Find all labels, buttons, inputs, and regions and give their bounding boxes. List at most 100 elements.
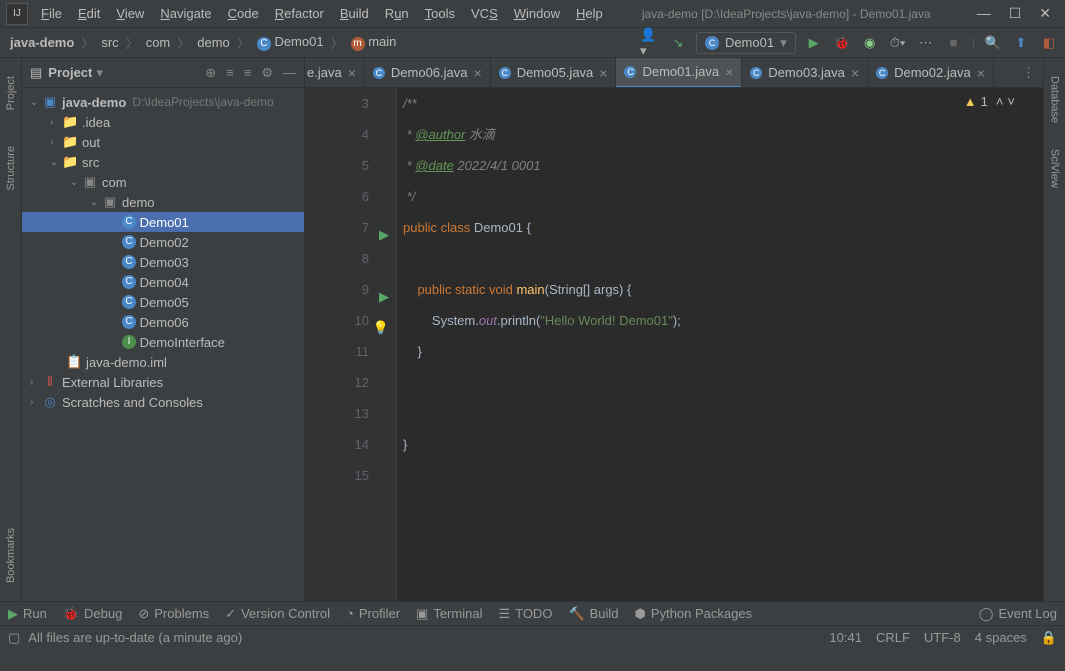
menu-refactor[interactable]: Refactor: [268, 3, 331, 24]
sidebar-tab-database[interactable]: Database: [1047, 68, 1063, 131]
update-icon[interactable]: ◧: [1039, 33, 1059, 53]
menu-navigate[interactable]: Navigate: [153, 3, 218, 24]
tree-file-demo04[interactable]: C Demo04: [22, 272, 304, 292]
editor-tab-active[interactable]: C Demo01.java ×: [616, 58, 742, 88]
menu-file[interactable]: File: [34, 3, 69, 24]
chevron-right-icon[interactable]: ›: [30, 377, 42, 388]
sidebar-tab-structure[interactable]: Structure: [3, 138, 19, 199]
tool-profiler[interactable]: ◔Profiler: [346, 606, 400, 621]
run-gutter-icon[interactable]: ▶: [379, 281, 389, 312]
close-icon[interactable]: ×: [977, 65, 985, 81]
add-user-icon[interactable]: 👤▾: [640, 33, 660, 53]
sync-icon[interactable]: ⬆: [1011, 33, 1031, 53]
menu-code[interactable]: Code: [221, 3, 266, 24]
tree-file-demo03[interactable]: C Demo03: [22, 252, 304, 272]
tool-eventlog[interactable]: ◯Event Log: [979, 606, 1057, 622]
menu-run[interactable]: Run: [378, 3, 416, 24]
menu-help[interactable]: Help: [569, 3, 610, 24]
tool-build[interactable]: 🔨Build: [568, 606, 618, 622]
status-indent[interactable]: 4 spaces: [975, 630, 1027, 646]
tool-python[interactable]: ⬢Python Packages: [635, 606, 753, 622]
breadcrumb-item[interactable]: src: [97, 33, 122, 52]
tool-todo[interactable]: ☰TODO: [498, 606, 552, 622]
line-number[interactable]: 8: [305, 243, 369, 274]
settings-icon[interactable]: ⚙: [261, 65, 273, 81]
line-number[interactable]: 14: [305, 429, 369, 460]
close-icon[interactable]: ×: [851, 65, 859, 81]
tool-debug[interactable]: 🐞Debug: [63, 606, 123, 622]
line-number[interactable]: 13: [305, 398, 369, 429]
close-icon[interactable]: ×: [599, 65, 607, 81]
tree-folder-src[interactable]: ⌄ 📁 src: [22, 152, 304, 172]
status-separator[interactable]: CRLF: [876, 630, 910, 646]
inspection-badge[interactable]: ▲ 1 ˄ ˅: [964, 94, 1015, 109]
close-icon[interactable]: ×: [725, 64, 733, 80]
lock-icon[interactable]: 🔒: [1041, 630, 1057, 646]
tree-external-libs[interactable]: › ⫴ External Libraries: [22, 372, 304, 392]
collapse-icon[interactable]: ≡: [244, 65, 252, 81]
line-number[interactable]: 11: [305, 336, 369, 367]
breadcrumb-item[interactable]: C Demo01: [253, 32, 328, 53]
editor-tab[interactable]: C Demo03.java ×: [742, 58, 868, 88]
chevron-down-icon[interactable]: ⌄: [70, 177, 82, 188]
tree-file-interface[interactable]: I DemoInterface: [22, 332, 304, 352]
breadcrumb-item[interactable]: com: [142, 33, 175, 52]
debug-button[interactable]: 🐞: [832, 33, 852, 53]
line-number[interactable]: 5: [305, 150, 369, 181]
line-number[interactable]: 9▶: [305, 274, 369, 305]
line-number[interactable]: 6: [305, 181, 369, 212]
tree-file-demo02[interactable]: C Demo02: [22, 232, 304, 252]
tool-window-icon[interactable]: ▢: [8, 630, 20, 646]
run-gutter-icon[interactable]: ▶: [379, 219, 389, 250]
menu-window[interactable]: Window: [507, 3, 567, 24]
editor-tab[interactable]: C Demo02.java ×: [868, 58, 994, 88]
run-config-selector[interactable]: C Demo01 ▾: [696, 32, 796, 54]
tool-terminal[interactable]: ▣Terminal: [416, 606, 482, 622]
tool-problems[interactable]: ⊘Problems: [138, 606, 209, 622]
breadcrumb-item[interactable]: demo: [193, 33, 234, 52]
line-number[interactable]: 15: [305, 460, 369, 491]
coverage-button[interactable]: ◉: [860, 33, 880, 53]
editor-tab[interactable]: e.java ×: [305, 58, 365, 88]
menu-edit[interactable]: Edit: [71, 3, 107, 24]
expand-icon[interactable]: ≡: [226, 65, 234, 81]
line-number[interactable]: 3: [305, 88, 369, 119]
tree-file-demo05[interactable]: C Demo05: [22, 292, 304, 312]
dropdown-icon[interactable]: ▾: [96, 65, 103, 81]
fold-gutter[interactable]: [383, 88, 397, 601]
tree-folder-out[interactable]: › 📁 out: [22, 132, 304, 152]
line-number[interactable]: 12: [305, 367, 369, 398]
editor-tab[interactable]: C Demo05.java ×: [491, 58, 617, 88]
attach-button[interactable]: ⋯: [916, 33, 936, 53]
menu-vcs[interactable]: VCS: [464, 3, 505, 24]
close-icon[interactable]: ×: [348, 65, 356, 81]
menu-build[interactable]: Build: [333, 3, 376, 24]
tree-folder-com[interactable]: ⌄ ▣ com: [22, 172, 304, 192]
menu-view[interactable]: View: [109, 3, 151, 24]
sidebar-tab-project[interactable]: Project: [3, 68, 19, 118]
search-icon[interactable]: 🔍: [983, 33, 1003, 53]
tree-file-demo01[interactable]: C Demo01: [22, 212, 304, 232]
status-encoding[interactable]: UTF-8: [924, 630, 961, 646]
breadcrumb-item[interactable]: java-demo: [6, 33, 78, 52]
minimize-button[interactable]: —: [977, 5, 991, 22]
tool-run[interactable]: ▶Run: [8, 606, 47, 622]
tree-file-iml[interactable]: 📋 java-demo.iml: [22, 352, 304, 372]
tree-file-demo06[interactable]: C Demo06: [22, 312, 304, 332]
tab-list-icon[interactable]: ⋮: [1022, 65, 1035, 81]
chevron-right-icon[interactable]: ›: [50, 117, 62, 128]
status-time[interactable]: 10:41: [829, 630, 862, 646]
tree-folder-idea[interactable]: › 📁 .idea: [22, 112, 304, 132]
profile-button[interactable]: ⏱▾: [888, 33, 908, 53]
close-button[interactable]: ✕: [1039, 5, 1051, 22]
project-panel-title[interactable]: Project: [48, 65, 92, 80]
line-number[interactable]: 7▶: [305, 212, 369, 243]
tree-scratches[interactable]: › ◎ Scratches and Consoles: [22, 392, 304, 412]
chevron-right-icon[interactable]: ›: [30, 397, 42, 408]
locate-icon[interactable]: ⊕: [205, 65, 216, 81]
line-number[interactable]: 4: [305, 119, 369, 150]
run-button[interactable]: ▶: [804, 33, 824, 53]
editor-body[interactable]: ▲ 1 ˄ ˅ 3 4 5 6 7▶ 8 9▶ 10💡 11 12 13 14 …: [305, 88, 1043, 601]
close-icon[interactable]: ×: [474, 65, 482, 81]
tree-folder-demo[interactable]: ⌄ ▣ demo: [22, 192, 304, 212]
